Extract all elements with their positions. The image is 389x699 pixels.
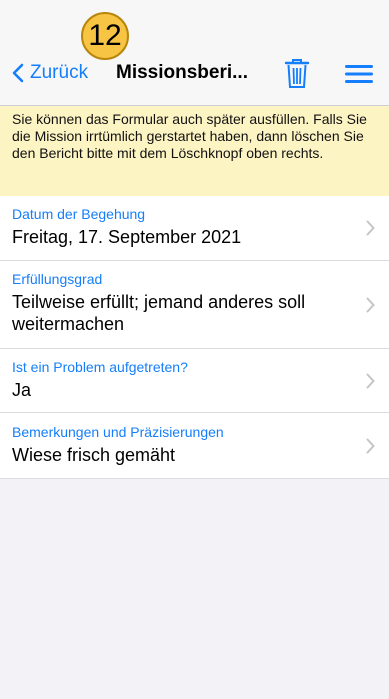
chevron-right-icon: [366, 220, 375, 236]
list-item-remarks[interactable]: Bemerkungen und Präzisierungen Wiese fri…: [0, 413, 389, 479]
row-value: Wiese frisch gemäht: [12, 445, 176, 465]
status-bar: [0, 0, 389, 44]
chevron-left-icon: [12, 63, 24, 83]
step-number-badge: 12: [81, 12, 129, 60]
chevron-right-icon: [366, 297, 375, 312]
list-item-date[interactable]: Datum der Begehung Freitag, 17. Septembe…: [0, 196, 389, 261]
list-item-problem[interactable]: Ist ein Problem aufgetreten? Ja: [0, 349, 389, 413]
hamburger-menu-icon[interactable]: [345, 64, 373, 84]
info-banner: Sie können das Formular auch später ausf…: [0, 106, 389, 196]
row-value: Ja: [12, 380, 32, 400]
trash-icon[interactable]: [284, 58, 310, 90]
row-label: Datum der Begehung: [12, 206, 146, 222]
row-label: Bemerkungen und Präzisierungen: [12, 424, 224, 440]
chevron-right-icon: [366, 438, 375, 453]
chevron-right-icon: [366, 373, 375, 388]
row-value: Freitag, 17. September 2021: [12, 227, 242, 247]
back-button[interactable]: Zurück: [12, 62, 88, 84]
page-title: Missionsberi...: [116, 62, 248, 83]
back-label: Zurück: [30, 62, 89, 83]
row-label: Ist ein Problem aufgetreten?: [12, 359, 188, 375]
navigation-bar: Zurück Missionsberi...: [0, 44, 389, 106]
row-label: Erfüllungsgrad: [12, 271, 103, 287]
report-list: Datum der Begehung Freitag, 17. Septembe…: [0, 196, 389, 479]
row-value: Teilweise erfüllt; jemand anderes soll w…: [12, 292, 306, 334]
list-item-fulfillment[interactable]: Erfüllungsgrad Teilweise erfüllt; jemand…: [0, 261, 389, 349]
